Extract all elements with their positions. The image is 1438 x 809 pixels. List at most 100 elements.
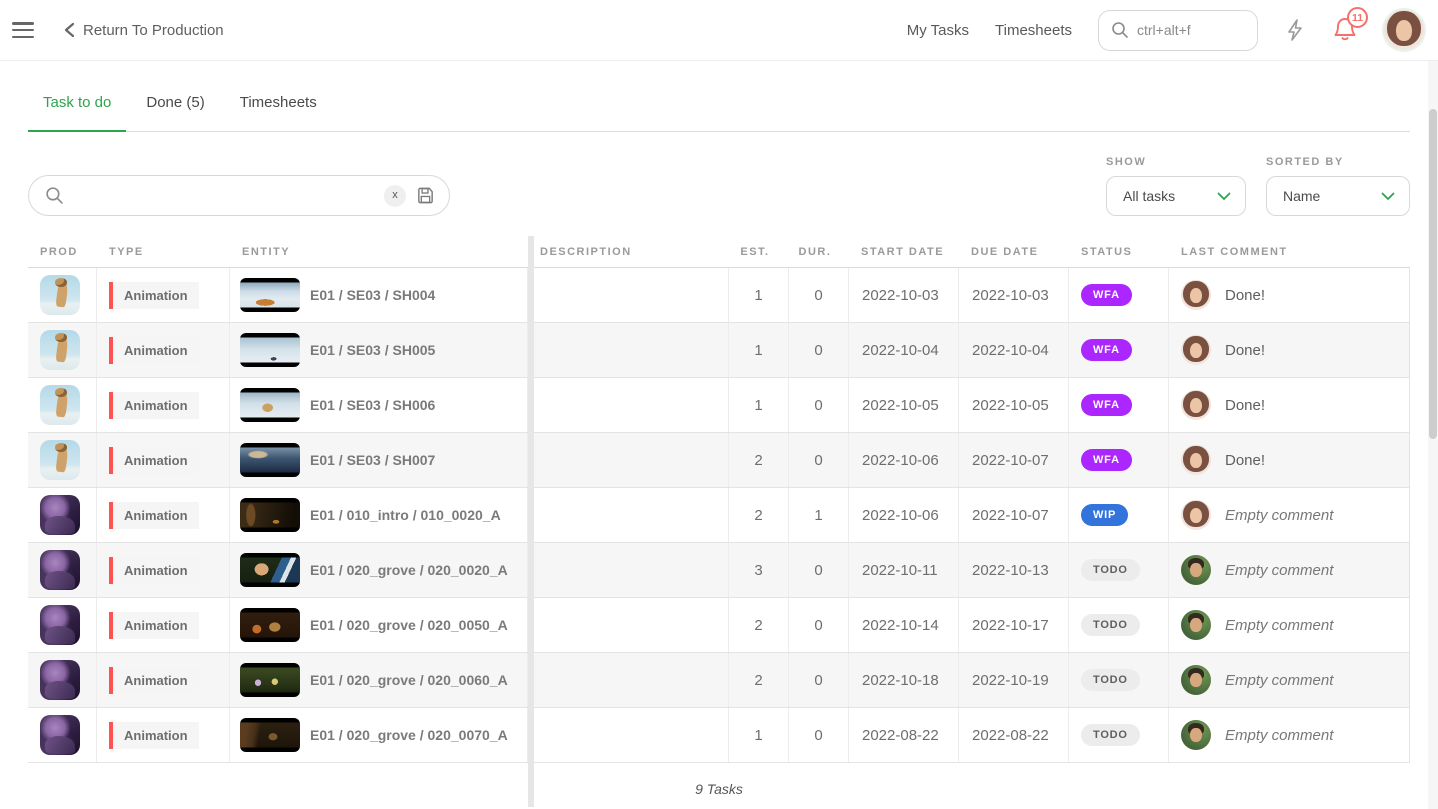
estimation-cell: 1 — [729, 708, 789, 762]
notifications-button[interactable]: 11 — [1332, 16, 1358, 44]
col-entity: ENTITY — [230, 236, 528, 267]
table-row[interactable]: Animation E01 / SE03 / SH006 1 0 2022-10… — [28, 378, 1410, 433]
last-comment-text: Done! — [1225, 397, 1265, 414]
table-row[interactable]: Animation E01 / 020_grove / 020_0050_A 2… — [28, 598, 1410, 653]
start-date-cell: 2022-10-18 — [849, 653, 959, 707]
table-row[interactable]: Animation E01 / 020_grove / 020_0060_A 2… — [28, 653, 1410, 708]
notification-count-badge: 11 — [1347, 7, 1368, 28]
entity-thumbnail — [240, 718, 300, 752]
table-row[interactable]: Animation E01 / SE03 / SH005 1 0 2022-10… — [28, 323, 1410, 378]
table-body: Animation E01 / SE03 / SH004 1 0 2022-10… — [28, 268, 1410, 763]
due-date-cell: 2022-10-07 — [959, 433, 1069, 487]
entity-thumbnail — [240, 608, 300, 642]
task-type-badge: Animation — [109, 557, 199, 584]
entity-thumbnail — [240, 498, 300, 532]
entity-name: E01 / 010_intro / 010_0020_A — [310, 507, 501, 523]
duration-cell: 0 — [789, 378, 849, 432]
tab-task-to-do[interactable]: Task to do — [28, 94, 126, 131]
due-date-cell: 2022-10-17 — [959, 598, 1069, 652]
description-cell — [528, 653, 729, 707]
table-row[interactable]: Animation E01 / SE03 / SH007 2 0 2022-10… — [28, 433, 1410, 488]
table-row[interactable]: Animation E01 / 020_grove / 020_0020_A 3… — [28, 543, 1410, 598]
task-type-badge: Animation — [109, 392, 199, 419]
due-date-cell: 2022-10-19 — [959, 653, 1069, 707]
chevron-left-icon — [64, 22, 75, 38]
estimation-cell: 2 — [729, 433, 789, 487]
entity-name: E01 / 020_grove / 020_0020_A — [310, 562, 508, 578]
table-row[interactable]: Animation E01 / SE03 / SH004 1 0 2022-10… — [28, 268, 1410, 323]
commenter-avatar — [1181, 665, 1211, 695]
commenter-avatar — [1181, 720, 1211, 750]
global-search — [1098, 10, 1258, 51]
due-date-cell: 2022-08-22 — [959, 708, 1069, 762]
commenter-avatar — [1181, 390, 1211, 420]
table-row[interactable]: Animation E01 / 020_grove / 020_0070_A 1… — [28, 708, 1410, 763]
vertical-scrollbar[interactable] — [1428, 61, 1438, 809]
clear-filter-button[interactable]: x — [384, 185, 406, 207]
back-to-production-link[interactable]: Return To Production — [64, 22, 224, 39]
entity-thumbnail — [240, 388, 300, 422]
status-badge: TODO — [1081, 559, 1140, 581]
entity-thumbnail — [240, 443, 300, 477]
sorted-by-select[interactable]: Name — [1266, 176, 1410, 216]
last-comment-text: Empty comment — [1225, 617, 1333, 634]
col-due-date: DUE DATE — [959, 236, 1069, 267]
commenter-avatar — [1181, 445, 1211, 475]
description-cell — [528, 323, 729, 377]
task-type-badge: Animation — [109, 612, 199, 639]
description-cell — [528, 543, 729, 597]
entity-name: E01 / 020_grove / 020_0070_A — [310, 727, 508, 743]
task-type-label: Animation — [113, 502, 199, 529]
task-type-label: Animation — [113, 282, 199, 309]
description-cell — [528, 488, 729, 542]
task-type-badge: Animation — [109, 337, 199, 364]
col-prod: PROD — [28, 236, 97, 267]
entity-name: E01 / SE03 / SH005 — [310, 342, 435, 358]
tab-done[interactable]: Done (5) — [131, 94, 219, 131]
task-type-badge: Animation — [109, 502, 199, 529]
show-filter: SHOW All tasks — [1106, 156, 1246, 216]
task-type-label: Animation — [113, 722, 199, 749]
estimation-cell: 1 — [729, 268, 789, 322]
show-select[interactable]: All tasks — [1106, 176, 1246, 216]
production-thumbnail — [40, 715, 80, 755]
production-thumbnail — [40, 330, 80, 370]
entity-thumbnail — [240, 333, 300, 367]
back-link-label: Return To Production — [83, 22, 224, 39]
column-resize-handle[interactable] — [528, 236, 534, 807]
quick-actions-button[interactable] — [1284, 18, 1306, 42]
status-badge: WFA — [1081, 394, 1132, 416]
sorted-by-label: SORTED BY — [1266, 156, 1410, 168]
scrollbar-thumb[interactable] — [1429, 109, 1437, 439]
estimation-cell: 1 — [729, 323, 789, 377]
due-date-cell: 2022-10-04 — [959, 323, 1069, 377]
production-thumbnail — [40, 660, 80, 700]
commenter-avatar — [1181, 335, 1211, 365]
production-thumbnail — [40, 495, 80, 535]
topbar: Return To Production My Tasks Timesheets… — [0, 0, 1438, 61]
save-filter-button[interactable] — [416, 186, 435, 205]
production-thumbnail — [40, 550, 80, 590]
lightning-icon — [1284, 18, 1306, 42]
task-filter-input[interactable] — [74, 188, 374, 204]
duration-cell: 0 — [789, 653, 849, 707]
status-badge: WFA — [1081, 339, 1132, 361]
col-status: STATUS — [1069, 236, 1169, 267]
description-cell — [528, 433, 729, 487]
estimation-cell: 2 — [729, 598, 789, 652]
search-icon — [45, 186, 64, 205]
show-select-value: All tasks — [1123, 188, 1175, 204]
global-search-input[interactable] — [1137, 22, 1245, 38]
nav-timesheets[interactable]: Timesheets — [995, 22, 1072, 39]
hamburger-menu-icon[interactable] — [12, 22, 34, 38]
user-avatar[interactable] — [1384, 10, 1424, 50]
show-label: SHOW — [1106, 156, 1246, 168]
table-row[interactable]: Animation E01 / 010_intro / 010_0020_A 2… — [28, 488, 1410, 543]
task-count: 9 Tasks — [28, 763, 1410, 807]
entity-name: E01 / 020_grove / 020_0050_A — [310, 617, 508, 633]
nav-my-tasks[interactable]: My Tasks — [907, 22, 969, 39]
tab-timesheets[interactable]: Timesheets — [225, 94, 332, 131]
entity-name: E01 / SE03 / SH007 — [310, 452, 435, 468]
task-type-label: Animation — [113, 447, 199, 474]
filter-row: x SHOW All tasks SORTED BY Name — [28, 156, 1410, 216]
